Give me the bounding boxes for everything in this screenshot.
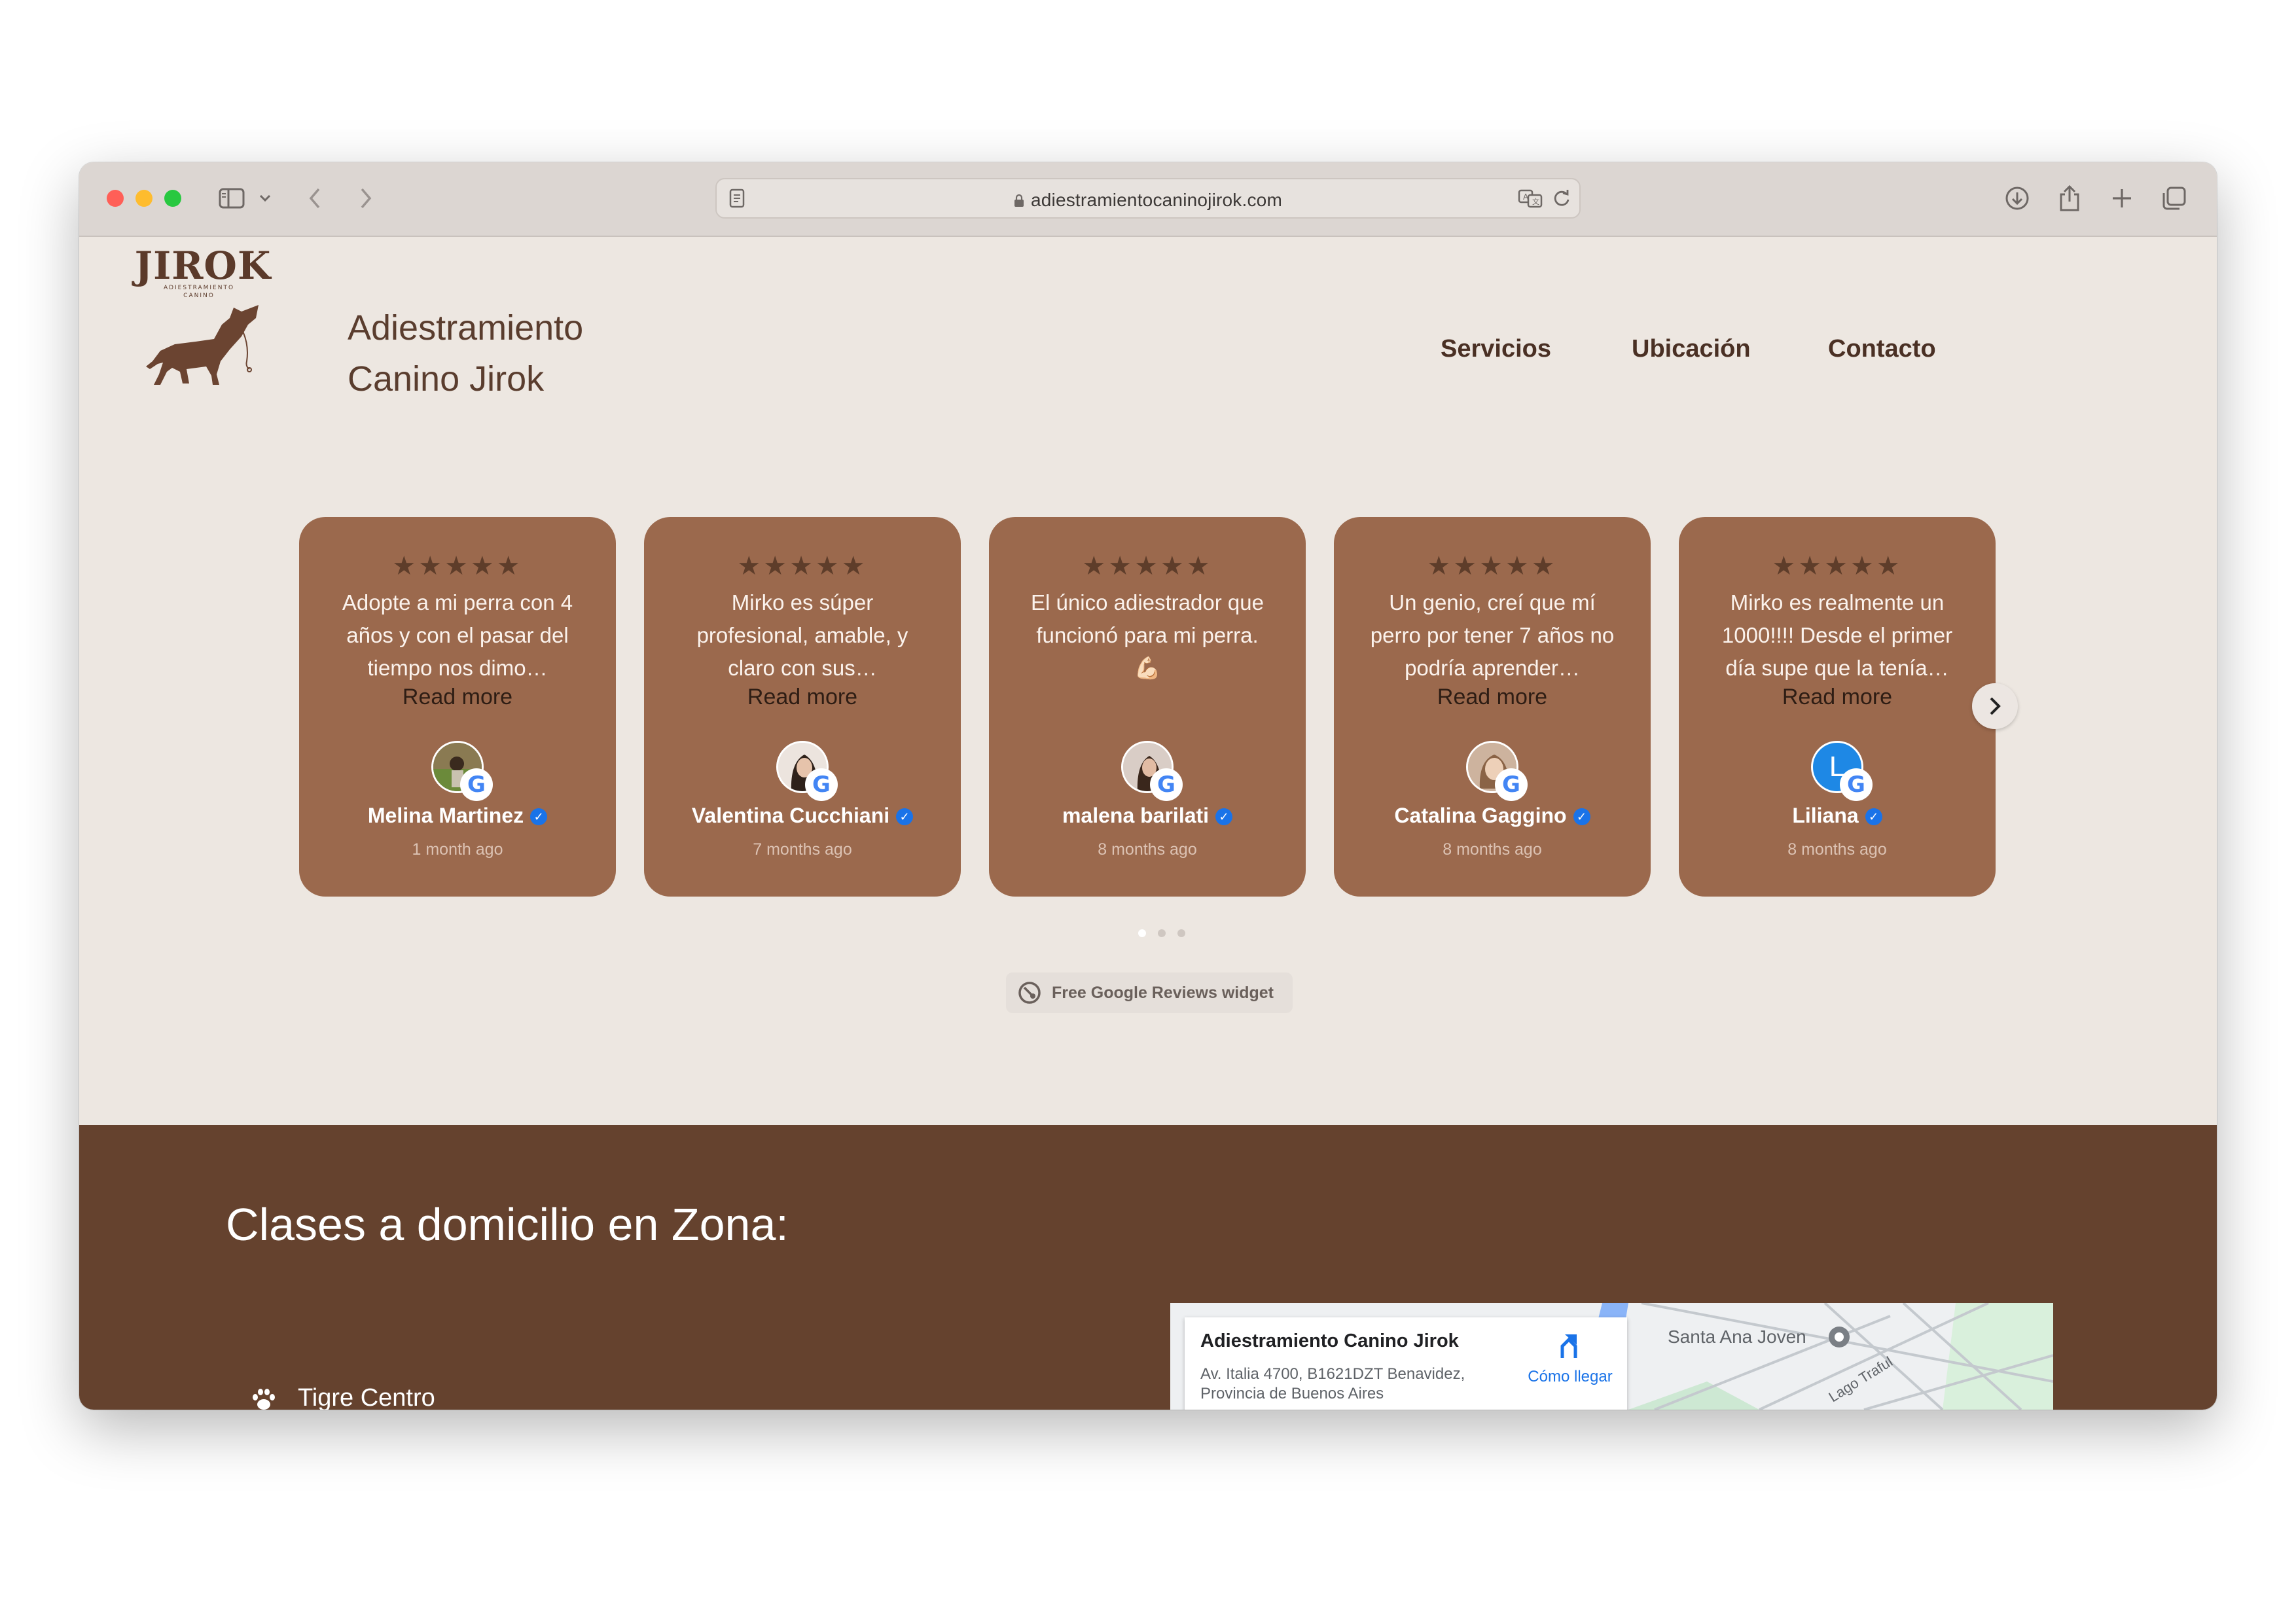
google-icon: G [1840,768,1873,801]
lock-icon [1014,194,1024,207]
paw-icon [253,1389,275,1410]
dog-silhouette-icon [146,305,259,385]
free-reviews-widget-link[interactable]: Free Google Reviews widget [1006,972,1293,1013]
map-place-label: Santa Ana Joven [1668,1327,1806,1347]
brand-line-2: Canino Jirok [348,359,545,399]
review-text: Un genio, creí que mí perro por tener 7 … [1370,590,1615,680]
browser-window: adiestramientocaninojirok.com A文 JIROK A… [79,162,2217,1410]
rating-stars: ★★★★★ [1427,552,1558,580]
review-time: 1 month ago [412,840,503,859]
rating-stars: ★★★★★ [737,552,868,580]
reviewer-name-text: Liliana [1792,804,1859,827]
nav-contacto[interactable]: Contacto [1828,335,1936,363]
reviewer-name: Catalina Gaggino ✓ [1334,804,1651,828]
address-bar[interactable]: adiestramientocaninojirok.com A文 [715,178,1581,219]
verified-icon: ✓ [1215,808,1233,825]
svg-text:A: A [1523,192,1529,202]
reload-icon[interactable] [1549,183,1574,213]
widget-label: Free Google Reviews widget [1052,983,1274,1002]
carousel-next-button[interactable] [1972,683,2018,729]
back-icon[interactable] [302,183,328,213]
zones-title: Clases a domicilio en Zona: [226,1199,789,1250]
directions-icon [1560,1334,1577,1358]
svg-text:文: 文 [1532,197,1539,206]
hero-section: JIROK ADIESTRAMIENTO CANINO Adiestramien… [79,237,2217,1125]
reviewer-name: Valentina Cucchiani ✓ [644,804,961,828]
tab-overview-icon[interactable] [2159,183,2189,213]
reviewer-name-text: Valentina Cucchiani [691,804,890,827]
translate-icon[interactable]: A文 [1516,183,1545,213]
verified-icon: ✓ [896,808,914,825]
reviewer-name: malena barilati ✓ [989,804,1306,828]
google-icon: G [460,768,493,801]
google-icon: G [805,768,838,801]
close-window-button[interactable] [107,190,124,207]
read-more-link[interactable]: Read more [299,685,616,710]
google-icon: G [1150,768,1183,801]
verified-icon: ✓ [1573,808,1590,825]
review-time: 8 months ago [1787,840,1887,859]
widget-logo-icon [1018,982,1041,1004]
review-text: Mirko es realmente un 1000!!!! Desde el … [1721,590,1953,680]
share-icon[interactable] [2054,183,2085,213]
minimize-window-button[interactable] [135,190,152,207]
sidebar-icon[interactable] [217,183,247,213]
directions-button[interactable]: Cómo llegar [1521,1332,1619,1386]
read-more-link[interactable]: Read more [1679,685,1996,710]
review-time: 7 months ago [753,840,852,859]
verified-icon: ✓ [530,808,548,825]
review-text: El único adiestrador que funcionó para m… [1031,590,1264,680]
nav-ubicacion[interactable]: Ubicación [1632,335,1751,363]
logo-subtitle: ADIESTRAMIENTO CANINO [130,284,268,300]
review-time: 8 months ago [1098,840,1197,859]
directions-label: Cómo llegar [1528,1368,1613,1385]
rating-stars: ★★★★★ [1772,552,1903,580]
carousel-dot-3[interactable] [1177,929,1185,937]
url-display: adiestramientocaninojirok.com [717,190,1579,211]
review-card[interactable]: ★★★★★ Un genio, creí que mí perro por te… [1334,517,1651,897]
google-icon: G [1495,768,1528,801]
review-card[interactable]: ★★★★★ Mirko es realmente un 1000!!!! Des… [1679,517,1996,897]
reviewer-name: Liliana ✓ [1679,804,1996,828]
review-text: Mirko es súper profesional, amable, y cl… [696,590,908,680]
review-card[interactable]: ★★★★★ Mirko es súper profesional, amable… [644,517,961,897]
site-logo[interactable]: JIROK ADIESTRAMIENTO CANINO [130,243,270,387]
zones-section: Clases a domicilio en Zona: Tigre Centro [79,1125,2217,1410]
logo-wordmark: JIROK [134,243,272,288]
nav-servicios[interactable]: Servicios [1441,335,1551,363]
maximize-window-button[interactable] [164,190,181,207]
browser-toolbar: adiestramientocaninojirok.com A文 [79,162,2217,237]
logo-subtitle-line-1: ADIESTRAMIENTO [163,285,235,291]
forward-icon[interactable] [353,183,379,213]
map-place-name: Adiestramiento Canino Jirok [1200,1330,1459,1351]
url-text: adiestramientocaninojirok.com [1031,190,1282,210]
read-more-link[interactable]: Read more [644,685,961,710]
reviewer-name: Melina Martinez ✓ [299,804,616,828]
brand-line-1: Adiestramiento [348,308,584,348]
verified-icon: ✓ [1865,808,1882,825]
new-tab-icon[interactable] [2107,183,2137,213]
carousel-dot-2[interactable] [1158,929,1166,937]
reviewer-name-text: Catalina Gaggino [1394,804,1567,827]
embedded-map[interactable]: Adiestramiento Canino Jirok Av. Italia 4… [1170,1303,2053,1410]
rating-stars: ★★★★★ [1082,552,1213,580]
reviewer-name-text: malena barilati [1062,804,1210,827]
zone-item: Tigre Centro [298,1384,435,1410]
chevron-down-icon[interactable] [256,183,274,213]
review-card[interactable]: ★★★★★ El único adiestrador que funcionó … [989,517,1306,897]
carousel-pagination [1138,929,1191,938]
review-text: Adopte a mi perra con 4 años y con el pa… [342,590,573,680]
map-address: Av. Italia 4700, B1621DZT Benavidez, Pro… [1200,1365,1465,1402]
reviewer-name-text: Melina Martinez [367,804,524,827]
review-card[interactable]: ★★★★★ Adopte a mi perra con 4 años y con… [299,517,616,897]
download-icon[interactable] [2002,183,2032,213]
page-content: JIROK ADIESTRAMIENTO CANINO Adiestramien… [79,237,2217,1410]
chevron-right-icon [1990,697,2001,715]
brand-name: Adiestramiento Canino Jirok [348,302,675,404]
review-time: 8 months ago [1443,840,1542,859]
read-more-link[interactable]: Read more [1334,685,1651,710]
rating-stars: ★★★★★ [392,552,523,580]
map-info-card: Adiestramiento Canino Jirok Av. Italia 4… [1185,1317,1627,1410]
carousel-dot-1[interactable] [1138,929,1146,937]
